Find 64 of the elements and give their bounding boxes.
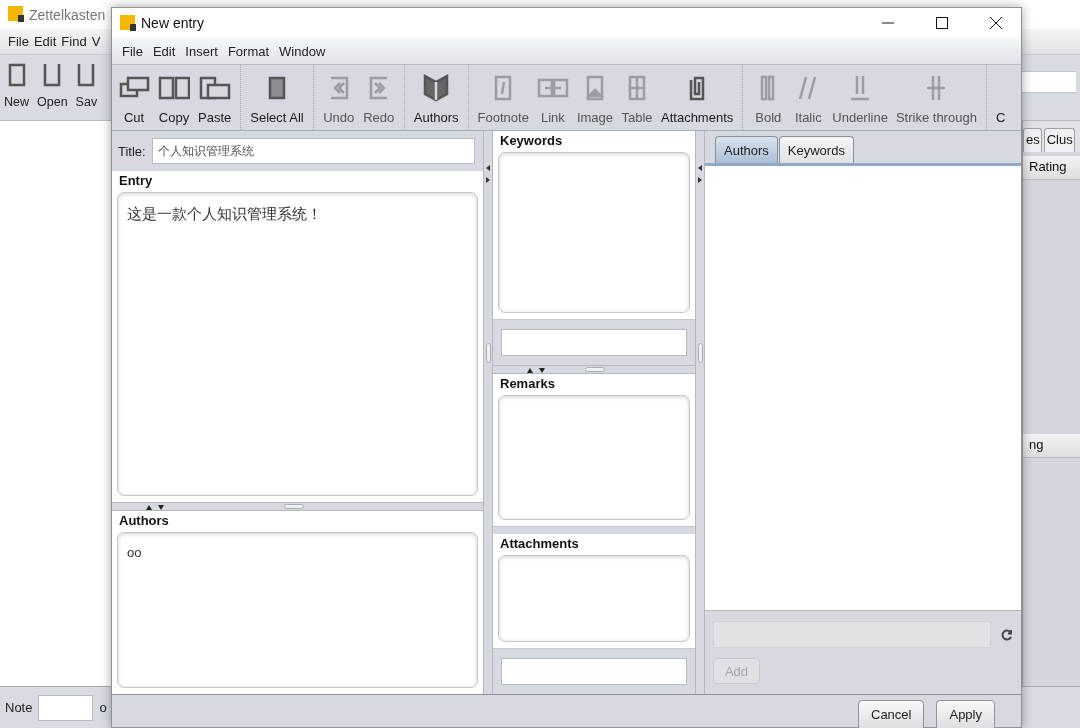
- menu-item[interactable]: File: [120, 43, 145, 59]
- toolbar-button[interactable]: C: [995, 72, 1006, 125]
- apply-button[interactable]: Apply: [936, 700, 995, 728]
- maximize-icon: [936, 17, 948, 29]
- toolbar-button[interactable]: Select All: [250, 72, 304, 125]
- toolbar-button[interactable]: Paste: [198, 72, 232, 125]
- u-shape-icon: [42, 63, 63, 87]
- toolbar-button[interactable]: Sav: [75, 63, 98, 109]
- remarks-text-area[interactable]: [498, 395, 690, 520]
- section-header[interactable]: ng: [1023, 434, 1080, 458]
- field-label: Title:: [118, 143, 146, 159]
- app-logo-icon: [120, 14, 137, 32]
- attachments-list[interactable]: [498, 555, 690, 642]
- u-shape-icon: [76, 63, 97, 87]
- splitter-grip-icon[interactable]: [585, 367, 605, 372]
- close-icon: [990, 17, 1002, 29]
- tab[interactable]: es: [1023, 128, 1042, 152]
- toolbar-button[interactable]: Attachments: [661, 72, 734, 125]
- authors-text-area[interactable]: oo: [117, 532, 478, 688]
- column-header[interactable]: Rating: [1023, 156, 1080, 180]
- section-label: Attachments: [499, 536, 580, 553]
- section-label: Authors: [118, 513, 170, 530]
- keywords-list[interactable]: [498, 152, 690, 313]
- rectangle-icon: [6, 63, 27, 87]
- toolbar-button[interactable]: Copy: [158, 72, 190, 125]
- section-label: Remarks: [499, 376, 556, 393]
- menu-item[interactable]: Find: [59, 34, 89, 49]
- collapse-arrows-icon[interactable]: [485, 165, 491, 183]
- attachment-field[interactable]: [501, 658, 687, 685]
- keyword-field[interactable]: [501, 329, 687, 356]
- menu-item[interactable]: Format: [225, 43, 272, 59]
- field-label: Note: [5, 700, 33, 715]
- menu-item[interactable]: Insert: [183, 43, 220, 59]
- splitter-grip-icon[interactable]: [485, 343, 491, 363]
- section-label: Keywords: [499, 133, 564, 150]
- entry-text-area[interactable]: 这是一款个人知识管理系统！: [117, 192, 478, 496]
- note-field[interactable]: [38, 694, 94, 721]
- cancel-button[interactable]: Cancel: [858, 700, 925, 728]
- title-field[interactable]: 个人知识管理系统: [151, 138, 475, 164]
- menu-item[interactable]: V: [89, 34, 103, 49]
- menu-item[interactable]: Window: [277, 43, 328, 59]
- toolbar-button[interactable]: Cut: [118, 72, 150, 125]
- status-text: o: [99, 700, 107, 715]
- splitter-bar[interactable]: [493, 526, 695, 534]
- window-title: New entry: [141, 15, 206, 31]
- tab[interactable]: Clus: [1043, 128, 1075, 152]
- menu-item[interactable]: Edit: [31, 34, 59, 49]
- tab[interactable]: Keywords: [778, 136, 854, 163]
- refresh-icon[interactable]: [1001, 628, 1013, 641]
- menu-item[interactable]: Edit: [150, 43, 178, 59]
- splitter-grip-icon[interactable]: [284, 504, 304, 509]
- collapse-arrows-icon[interactable]: [146, 503, 164, 510]
- toolbar-button[interactable]: New: [4, 63, 29, 109]
- collapse-arrows-icon[interactable]: [697, 165, 703, 183]
- menu-item[interactable]: File: [6, 34, 31, 49]
- splitter-grip-icon[interactable]: [697, 343, 703, 363]
- section-label: Entry: [118, 173, 154, 190]
- tab[interactable]: Authors: [715, 136, 778, 163]
- minimize-icon: [882, 22, 894, 24]
- toolbar-button[interactable]: Open: [37, 63, 68, 109]
- window-title: Zettelkasten: [29, 6, 106, 23]
- app-logo-icon: [8, 6, 25, 23]
- toolbar-button[interactable]: Authors: [413, 72, 459, 125]
- collapse-arrows-icon[interactable]: [527, 366, 545, 373]
